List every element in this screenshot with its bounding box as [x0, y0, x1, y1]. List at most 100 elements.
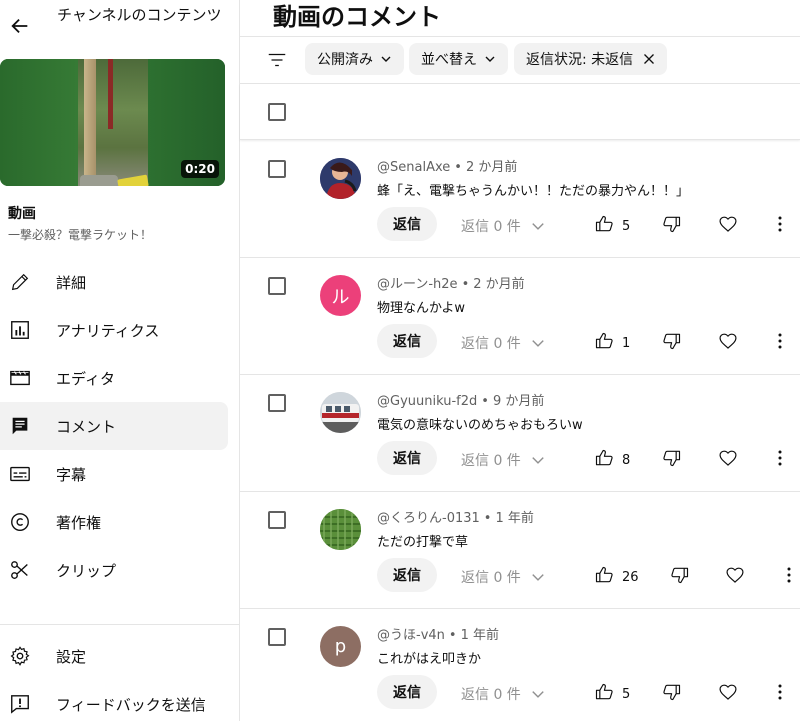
sidebar-divider: [0, 624, 240, 625]
sidebar-item-subtitles[interactable]: 字幕: [0, 450, 228, 498]
comment-checkbox[interactable]: [268, 511, 286, 529]
sort-chip[interactable]: 並べ替え: [409, 43, 508, 75]
more-options-button[interactable]: [777, 332, 783, 354]
close-icon[interactable]: [643, 53, 655, 65]
thumbs-up-icon: [594, 682, 614, 706]
more-options-button[interactable]: [777, 215, 783, 237]
comment-row: @Gyuuniku-f2d • 9 か月前 電気の意味ないのめちゃおもろいw 返信 …: [240, 375, 800, 492]
copyright-icon: [8, 510, 32, 534]
like-button[interactable]: 5: [594, 214, 630, 238]
comment-checkbox[interactable]: [268, 394, 286, 412]
comment-author[interactable]: @くろりん-0131: [377, 511, 480, 526]
dislike-button[interactable]: [662, 331, 682, 355]
avatar[interactable]: p: [320, 626, 361, 667]
avatar[interactable]: ル: [320, 275, 361, 316]
comment-meta: @SenalAxe • 2 か月前: [377, 160, 518, 175]
reply-button[interactable]: 返信: [377, 207, 437, 241]
select-all-checkbox[interactable]: [268, 103, 286, 121]
comment-checkbox[interactable]: [268, 160, 286, 178]
heart-button[interactable]: [725, 565, 745, 589]
heart-icon: [718, 333, 738, 355]
like-button[interactable]: 26: [594, 565, 639, 589]
like-button[interactable]: 8: [594, 448, 630, 472]
heart-button[interactable]: [718, 331, 738, 355]
page-title: 動画のコメント: [273, 3, 441, 31]
heart-icon: [725, 567, 745, 589]
sidebar-item-copyright[interactable]: 著作権: [0, 498, 228, 546]
comment-author[interactable]: @うほ-v4n: [377, 628, 445, 643]
sidebar-item-feedback[interactable]: フィードバックを送信: [0, 680, 228, 721]
comment-author[interactable]: @ルーン-h2e: [377, 277, 458, 292]
comment-checkbox[interactable]: [268, 277, 286, 295]
comment-text: ただの打撃で草: [377, 535, 469, 550]
comment-meta: @くろりん-0131 • 1 年前: [377, 511, 534, 526]
reply-button[interactable]: 返信: [377, 441, 437, 475]
heart-button[interactable]: [718, 682, 738, 706]
sidebar-item-comments[interactable]: コメント: [0, 402, 228, 450]
like-button[interactable]: 1: [594, 331, 630, 355]
more-options-button[interactable]: [777, 449, 783, 471]
avatar[interactable]: [320, 509, 361, 550]
more-options-button[interactable]: [777, 683, 783, 705]
comment-time: 9 か月前: [492, 394, 545, 409]
video-thumbnail[interactable]: 0:20: [0, 59, 225, 186]
chip-label: 並べ替え: [421, 52, 477, 68]
dislike-button[interactable]: [662, 682, 682, 706]
dislike-button[interactable]: [662, 214, 682, 238]
thumbs-up-icon: [594, 448, 614, 472]
comment-text: 蜂「え、電撃ちゃうんかい！！ただの暴力やん！！」: [377, 184, 690, 199]
replies-toggle[interactable]: 返信 0 件: [461, 450, 545, 470]
dislike-button[interactable]: [662, 448, 682, 472]
sidebar-item-clips[interactable]: クリップ: [0, 546, 228, 594]
reply-button[interactable]: 返信: [377, 324, 437, 358]
more-options-button[interactable]: [786, 566, 792, 588]
filter-icon[interactable]: [266, 49, 288, 71]
more-vert-icon: [777, 684, 783, 705]
sidebar-item-label: 設定: [56, 647, 87, 666]
more-vert-icon: [777, 216, 783, 237]
thumbs-down-icon: [662, 684, 682, 706]
replies-toggle[interactable]: 返信 0 件: [461, 216, 545, 236]
heart-icon: [718, 216, 738, 238]
comment-icon: [8, 414, 32, 438]
heart-icon: [718, 684, 738, 706]
channel-content-title: チャンネルのコンテンツ: [57, 6, 222, 24]
dislike-button[interactable]: [670, 565, 690, 589]
replies-toggle[interactable]: 返信 0 件: [461, 333, 545, 353]
thumbs-down-icon: [662, 450, 682, 472]
comment-checkbox[interactable]: [268, 628, 286, 646]
video-title: 一撃必殺？電撃ラケット！: [8, 228, 153, 242]
heart-icon: [718, 450, 738, 472]
sidebar-item-label: 著作権: [56, 513, 102, 532]
chevron-down-icon: [484, 53, 496, 65]
sidebar-item-analytics[interactable]: アナリティクス: [0, 306, 228, 354]
replies-toggle[interactable]: 返信 0 件: [461, 567, 545, 587]
avatar-letter: ル: [331, 286, 350, 308]
back-button[interactable]: [6, 12, 34, 40]
published-filter-chip[interactable]: 公開済み: [305, 43, 404, 75]
sidebar-nav: 詳細 アナリティクス エディタ コメント 字幕 著作権 クリップ: [0, 258, 240, 594]
subtitles-icon: [8, 462, 32, 486]
like-button[interactable]: 5: [594, 682, 630, 706]
reply-button[interactable]: 返信: [377, 675, 437, 709]
avatar[interactable]: [320, 158, 361, 199]
heart-button[interactable]: [718, 214, 738, 238]
sidebar-item-label: 字幕: [56, 465, 87, 484]
heart-button[interactable]: [718, 448, 738, 472]
clapperboard-icon: [8, 366, 32, 390]
more-vert-icon: [777, 333, 783, 354]
comment-author[interactable]: @SenalAxe: [377, 160, 450, 175]
sidebar-item-details[interactable]: 詳細: [0, 258, 228, 306]
reply-button[interactable]: 返信: [377, 558, 437, 592]
sidebar-item-settings[interactable]: 設定: [0, 632, 228, 680]
sidebar-item-editor[interactable]: エディタ: [0, 354, 228, 402]
avatar[interactable]: [320, 392, 361, 433]
sidebar-item-label: フィードバックを送信: [56, 695, 206, 714]
comment-meta: @ルーン-h2e • 2 か月前: [377, 277, 525, 292]
comment-time: 2 か月前: [465, 160, 518, 175]
comment-text: これがはえ叩きか: [377, 652, 482, 667]
comment-meta: @Gyuuniku-f2d • 9 か月前: [377, 394, 545, 409]
comment-author[interactable]: @Gyuuniku-f2d: [377, 394, 477, 409]
replies-toggle[interactable]: 返信 0 件: [461, 684, 545, 704]
reply-status-chip[interactable]: 返信状況: 未返信: [514, 43, 668, 75]
